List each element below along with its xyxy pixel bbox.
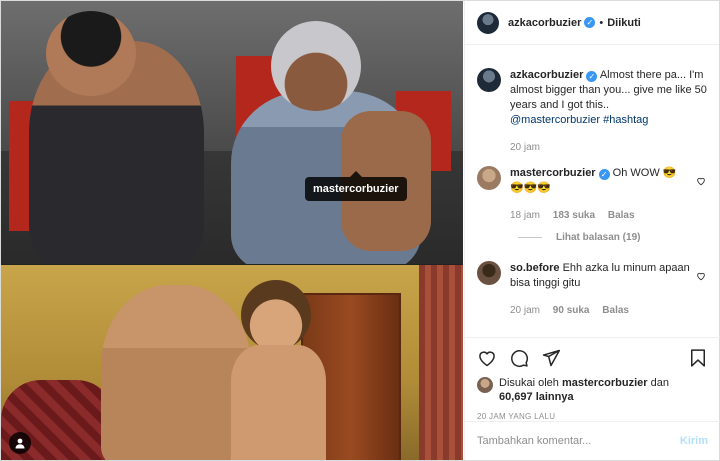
comment-item: mastercorbuzier ✓ Oh WOW 😎 😎😎😎 18 jam 183… bbox=[477, 166, 713, 223]
comments-list[interactable]: azkacorbuzier ✓ Almost there pa... I'm al… bbox=[465, 46, 720, 336]
post-comment-button[interactable]: Kirim bbox=[680, 435, 708, 447]
comment-text: Oh WOW 😎 bbox=[612, 167, 677, 179]
comment-time: 20 jam bbox=[510, 305, 541, 316]
reply-button[interactable]: Balas bbox=[608, 210, 635, 221]
post-timestamp[interactable]: 20 JAM YANG LALU bbox=[477, 412, 708, 421]
tagged-users-button[interactable] bbox=[9, 432, 31, 454]
comment-likes[interactable]: 90 suka bbox=[553, 305, 590, 316]
post-photo-gym bbox=[1, 1, 463, 264]
bookmark-icon[interactable] bbox=[688, 348, 708, 368]
caption-hashtag[interactable]: #hashtag bbox=[603, 114, 648, 126]
person-icon bbox=[15, 438, 25, 449]
share-icon[interactable] bbox=[541, 348, 561, 368]
caption-time: 20 jam bbox=[510, 142, 541, 153]
likes-conj: dan bbox=[650, 377, 669, 389]
author-username[interactable]: azkacorbuzier bbox=[508, 17, 581, 29]
liker-avatar[interactable] bbox=[477, 377, 493, 393]
comment-username[interactable]: mastercorbuzier bbox=[510, 167, 596, 179]
verified-badge-icon: ✓ bbox=[584, 17, 596, 28]
header-separator: • bbox=[599, 16, 604, 29]
caption: azkacorbuzier ✓ Almost there pa... I'm al… bbox=[477, 68, 713, 155]
likes-count[interactable]: 60,697 lainnya bbox=[499, 391, 574, 403]
comment-icon[interactable] bbox=[509, 348, 529, 368]
caption-username[interactable]: azkacorbuzier bbox=[510, 69, 583, 81]
heart-outline-icon[interactable] bbox=[696, 271, 706, 281]
view-replies-button[interactable]: Lihat balasan (19) bbox=[518, 232, 640, 243]
post-side-panel: azkacorbuzier ✓ • Diikuti azkacorbuzier ✓… bbox=[464, 1, 720, 460]
post-photo-childhood bbox=[1, 265, 463, 460]
post-header: azkacorbuzier ✓ • Diikuti bbox=[465, 1, 719, 45]
caption-mention[interactable]: @mastercorbuzier bbox=[510, 114, 600, 126]
follow-status-button[interactable]: Diikuti bbox=[607, 17, 641, 29]
comment-avatar[interactable] bbox=[477, 261, 501, 285]
likes-summary: Disukai oleh mastercorbuzier dan 60,697 … bbox=[477, 376, 708, 404]
comment-item: so.before Ehh azka lu minum apaan bisa t… bbox=[477, 261, 713, 318]
add-comment-bar: Kirim bbox=[465, 421, 720, 460]
comment-avatar[interactable] bbox=[477, 166, 501, 190]
likes-user[interactable]: mastercorbuzier bbox=[562, 377, 648, 389]
post-actions: Disukai oleh mastercorbuzier dan 60,697 … bbox=[465, 337, 720, 421]
comment-likes[interactable]: 183 suka bbox=[553, 210, 595, 221]
verified-badge-icon: ✓ bbox=[598, 169, 610, 180]
comment-time: 18 jam bbox=[510, 210, 541, 221]
author-avatar[interactable] bbox=[477, 11, 499, 34]
comment-input[interactable] bbox=[477, 435, 680, 447]
heart-outline-icon[interactable] bbox=[696, 176, 706, 186]
post-media[interactable]: mastercorbuzier bbox=[1, 1, 463, 460]
like-heart-icon[interactable] bbox=[477, 348, 497, 368]
comment-text-2: 😎😎😎 bbox=[510, 182, 552, 194]
caption-avatar[interactable] bbox=[477, 68, 501, 92]
verified-badge-icon: ✓ bbox=[586, 71, 598, 82]
likes-prefix: Disukai oleh bbox=[499, 377, 559, 389]
reply-button[interactable]: Balas bbox=[602, 305, 629, 316]
user-tag-bubble[interactable]: mastercorbuzier bbox=[305, 171, 407, 201]
comment-username[interactable]: so.before bbox=[510, 262, 560, 274]
